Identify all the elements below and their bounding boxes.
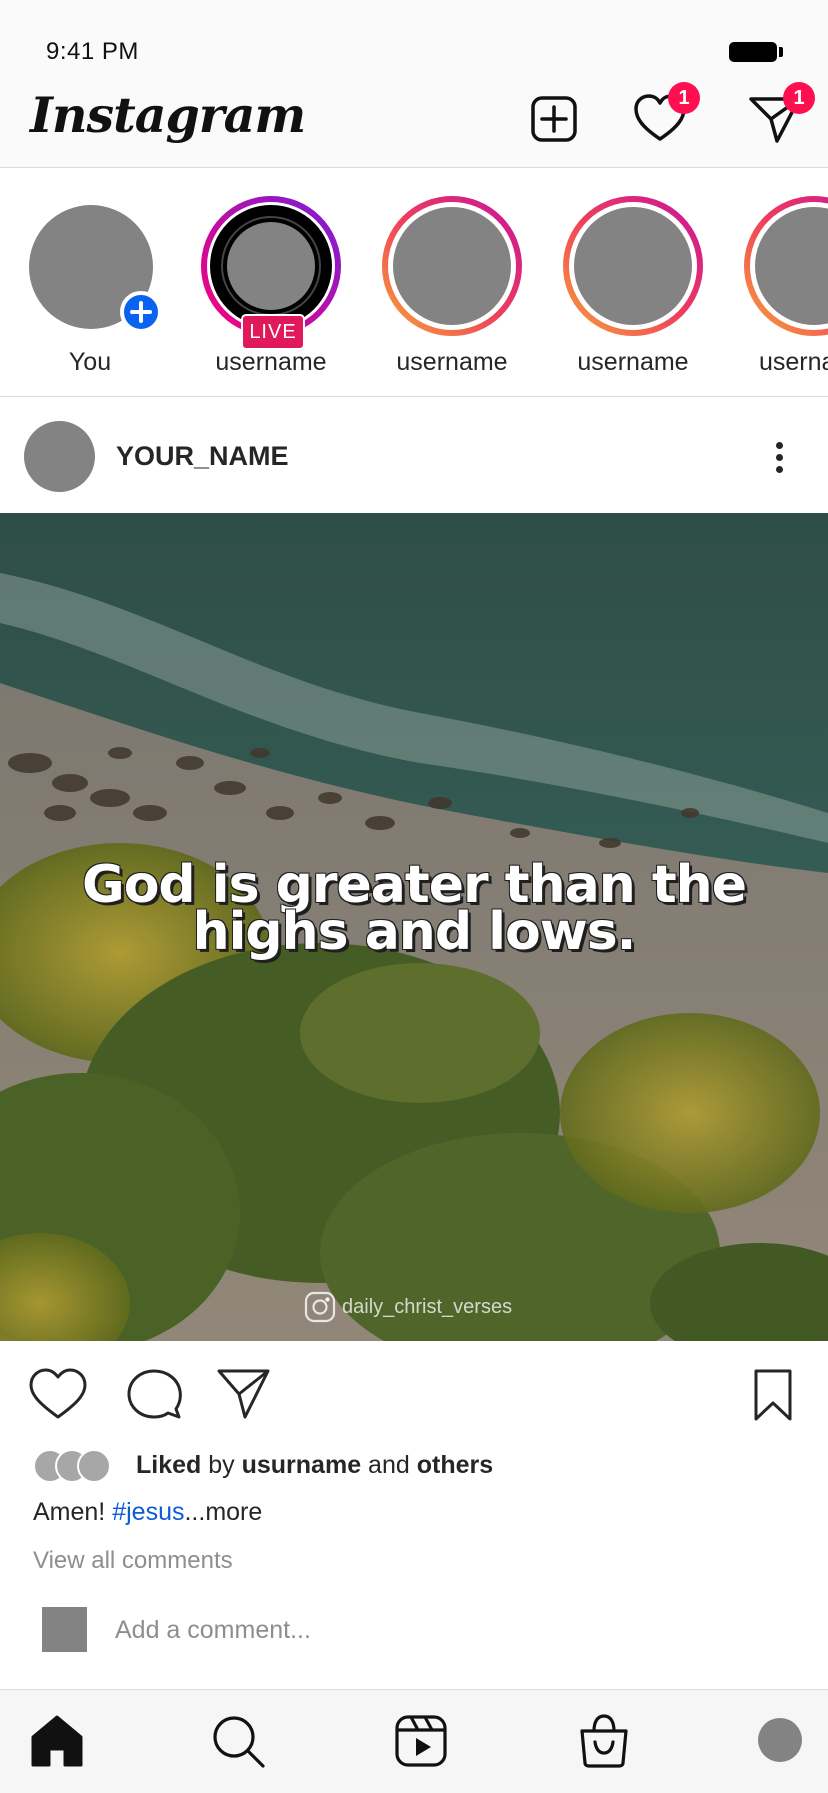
story-ring [563,196,703,336]
add-story-icon[interactable] [120,291,162,333]
quote-line: highs and lows. [192,902,637,962]
story-live[interactable]: LIVE username [181,168,361,396]
comment-button[interactable] [124,1365,184,1425]
send-icon [217,1369,270,1419]
like-button[interactable] [28,1365,88,1425]
likes-summary[interactable]: Liked by usurname and others [136,1451,493,1480]
post-author-username[interactable]: YOUR_NAME [116,441,289,472]
liked-by-word: by [208,1451,235,1479]
liked-label: Liked [136,1451,202,1479]
post-caption: Amen! #jesus...more [33,1498,262,1527]
home-icon [31,1715,83,1767]
new-post-button[interactable] [526,91,582,147]
nav-home[interactable] [27,1711,87,1771]
nav-shop[interactable] [574,1711,634,1771]
caption-text: Amen! [33,1498,106,1526]
liked-and-word: and [368,1451,410,1479]
story-ring [382,196,522,336]
instagram-logo[interactable]: Instagram [30,86,306,144]
more-dot [776,454,783,461]
messages-badge: 1 [783,82,815,114]
post-author-avatar[interactable] [24,421,95,492]
more-dot [776,466,783,473]
story-label: You [68,348,112,376]
battery-cap [779,47,783,57]
bookmark-icon [754,1369,792,1421]
new-post-icon [531,96,577,142]
liked-by-user[interactable]: usurname [242,1451,361,1479]
battery-icon [729,42,777,62]
share-button[interactable] [214,1365,274,1425]
search-icon [213,1716,265,1768]
heart-icon [29,1368,87,1419]
story-label: username [577,348,689,376]
story-label: userna [759,348,828,376]
current-user-avatar [42,1607,87,1652]
story-own[interactable]: You [0,168,180,396]
shop-icon [580,1714,628,1768]
caption-hashtag[interactable]: #jesus [112,1498,184,1526]
liker-avatar [77,1449,111,1483]
post-quote-text: God is greater than the highs and lows. [40,859,788,962]
story-item[interactable]: username [543,168,723,396]
view-all-comments-link[interactable]: View all comments [33,1547,233,1575]
nav-search[interactable] [208,1711,268,1771]
comment-icon [127,1369,182,1419]
story-item[interactable]: username [362,168,542,396]
story-label: username [396,348,508,376]
add-comment-input[interactable] [115,1612,755,1648]
status-time: 9:41 PM [46,38,139,65]
story-item[interactable]: userna [724,168,828,396]
stories-tray: You LIVE username username username user… [0,168,828,397]
story-label: username [215,348,327,376]
caption-more-link[interactable]: ...more [184,1498,262,1526]
live-badge: LIVE [241,314,305,350]
reels-icon [395,1715,447,1767]
story-ring [744,196,828,336]
more-dot [776,442,783,449]
nav-reels[interactable] [391,1711,451,1771]
liked-by-others[interactable]: others [417,1451,493,1479]
nav-profile-avatar[interactable] [758,1718,802,1762]
post-options-button[interactable] [760,437,800,477]
save-button[interactable] [748,1365,798,1425]
notifications-badge: 1 [668,82,700,114]
watermark-handle: daily_christ_verses [342,1296,513,1318]
